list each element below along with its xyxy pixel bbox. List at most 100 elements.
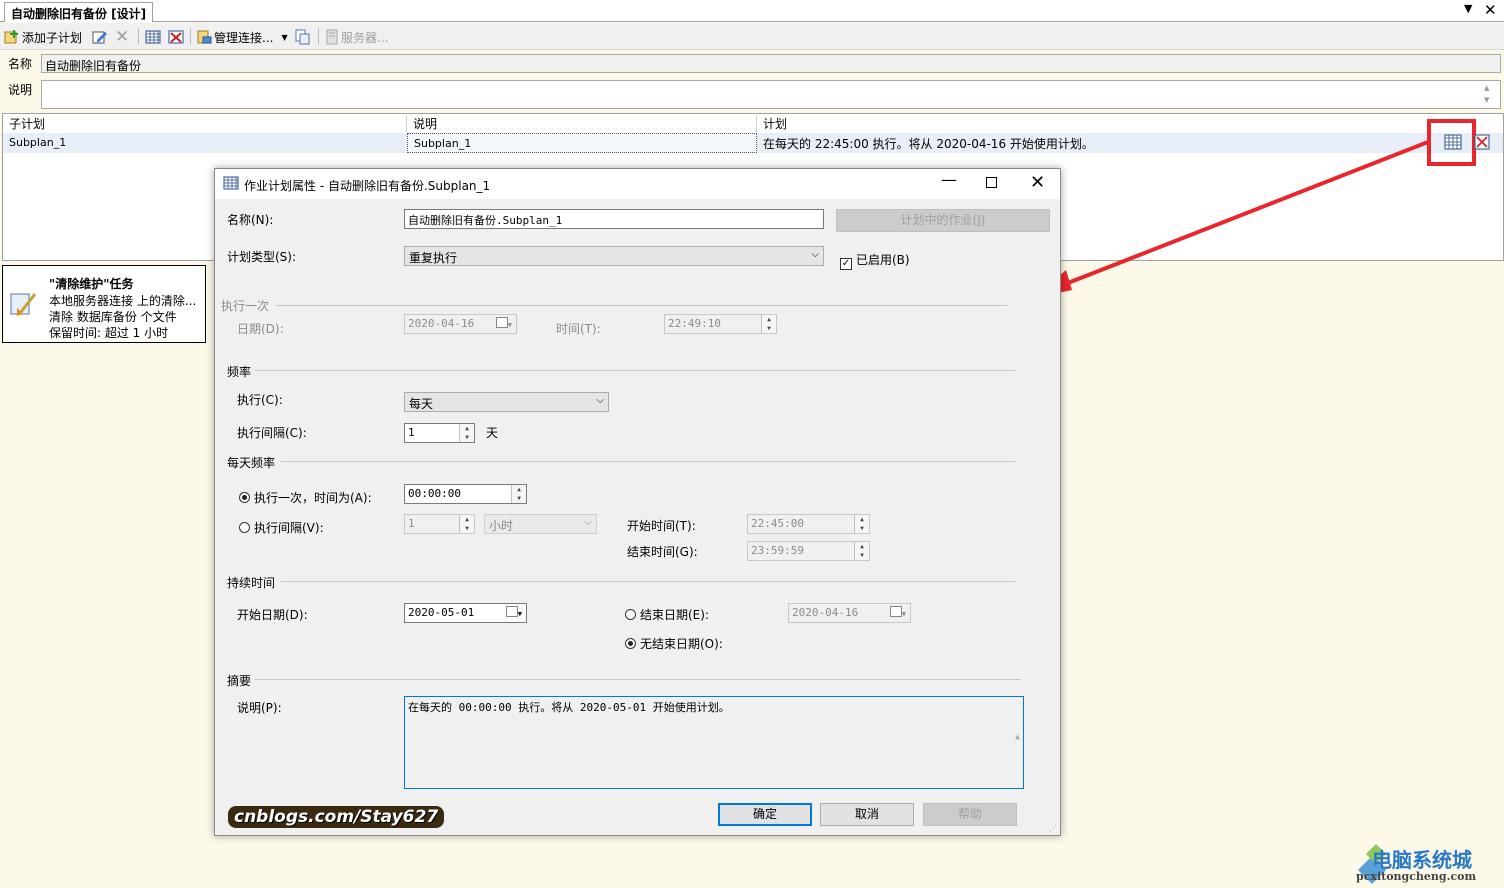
manage-connections-button[interactable]: 管理连接... ▼ [196,27,288,47]
dropdown-arrow-icon: ▼ [281,32,288,42]
once-group-label: 执行一次 [221,299,270,313]
cancel-button[interactable]: 取消 [820,803,914,826]
grid-header-description[interactable]: 说明 [407,115,757,132]
recurs-every-label: 执行间隔(C): [237,426,307,440]
chevron-down-icon: ⌵ [596,395,604,406]
dialog-close-icon[interactable]: ✕ [1030,172,1045,193]
copy-icon[interactable] [294,27,310,47]
annotation-arrow [1034,140,1429,298]
schedule-type-label: 计划类型(S): [227,250,297,264]
spinner-icon[interactable]: ▲ ▼ [761,315,776,333]
end-date-radio[interactable]: 结束日期(E): [625,606,709,623]
once-time-label: 时间(T): [556,322,601,336]
site-logo-name: 电脑系统城 [1372,848,1472,872]
tab-dropdown-icon[interactable]: ▼ [1464,2,1472,15]
grid-cell-subplan[interactable]: Subplan_1 [3,133,407,153]
delete-icon[interactable]: ✕ [115,27,129,47]
occurs-label: 执行(C): [237,393,283,407]
cleanup-task-icon [9,290,39,321]
ok-button[interactable]: 确定 [718,803,812,826]
occurs-every-input[interactable]: 1 ▲ ▼ [404,514,475,534]
end-time-label: 结束时间(G): [627,545,698,559]
server-icon [324,29,340,45]
calendar-icon[interactable]: ▼ [889,606,906,619]
start-time-label: 开始时间(T): [627,519,696,533]
cleanup-task-box[interactable]: "清除维护"任务 本地服务器连接 上的清除... 清除 数据库备份 个文件 保留… [2,265,206,343]
end-date-input[interactable]: 2020-04-16 ▼ [788,603,911,623]
schedule-type-select[interactable]: 重复执行 ⌵ [404,246,824,266]
spinner-icon[interactable]: ▲ ▼ [459,515,474,533]
jobs-in-schedule-button[interactable]: 计划中的作业(J) [836,209,1050,232]
group-divider [275,305,1007,306]
group-divider [255,679,1021,680]
plan-description-label: 说明 [8,83,33,97]
radio-unselected-icon [625,609,636,620]
recurs-every-input[interactable]: 1 ▲ ▼ [404,423,475,443]
spinner-icon[interactable]: ▲ ▼ [854,515,869,533]
help-button[interactable]: 帮助 [923,803,1017,826]
minimize-icon[interactable]: — [941,170,957,189]
summary-group-label: 摘要 [227,674,252,688]
start-date-input[interactable]: 2020-05-01 ▼ [404,603,527,623]
group-divider [255,370,1015,371]
end-time-input[interactable]: 23:59:59 ▲ ▼ [747,541,870,561]
checkmark-icon: ✓ [840,258,852,270]
frequency-group-label: 频率 [227,365,252,379]
spinner-icon[interactable]: ▲ ▼ [511,485,526,503]
task-line-1: 本地服务器连接 上的清除... [49,294,197,308]
recurs-unit: 天 [486,426,499,440]
add-subplan-icon [4,29,20,45]
schedule-icon[interactable] [145,27,161,47]
remove-schedule-icon[interactable] [168,27,184,47]
description-scrollbar[interactable]: ▲ ▼ [1484,82,1489,106]
spinner-icon[interactable]: ▲ ▼ [854,542,869,560]
once-date-label: 日期(D): [237,322,284,336]
task-title: "清除维护"任务 [49,277,134,291]
servers-button[interactable]: 服务器... [324,27,388,47]
site-logo-url: pcxitongcheng.com [1356,870,1477,883]
resize-grip-icon[interactable]: ⋰ [1049,824,1057,833]
occurs-every-unit-select[interactable]: 小时 ⌵ [484,514,597,534]
once-date-input[interactable]: 2020-04-16 ▼ [404,314,517,334]
start-time-input[interactable]: 22:45:00 ▲ ▼ [747,514,870,534]
summary-scrollbar[interactable]: ▲▼ [1015,700,1020,788]
document-tab-bar: 自动删除旧有备份 [设计] ▼ ✕ [0,0,1504,22]
dialog-title: 作业计划属性 - 自动删除旧有备份.Subplan_1 [244,179,491,193]
delete-schedule-icon[interactable] [1474,134,1490,153]
occurs-once-radio[interactable]: 执行一次，时间为(A): [239,489,372,506]
connection-icon [196,29,212,45]
maximize-icon[interactable] [986,177,997,188]
summary-description-text[interactable]: 在每天的 00:00:00 执行。将从 2020-05-01 开始使用计划。 ▲… [404,696,1024,789]
occurs-once-time-input[interactable]: 00:00:00 ▲ ▼ [404,484,527,504]
plan-name-input[interactable]: 自动删除旧有备份 [41,54,1501,73]
daily-frequency-group-label: 每天频率 [227,456,276,470]
dialog-schedule-icon [223,176,239,193]
toolbar-separator [318,28,319,45]
add-subplan-button[interactable]: 添加子计划 [4,27,82,47]
plan-description-input[interactable] [41,80,1501,109]
once-time-input[interactable]: 22:49:10 ▲ ▼ [664,314,777,334]
spinner-icon[interactable]: ▲ ▼ [459,424,474,442]
grid-header-subplan[interactable]: 子计划 [3,115,407,132]
edit-schedule-icon[interactable] [1444,134,1462,153]
schedule-properties-dialog: 作业计划属性 - 自动删除旧有备份.Subplan_1 — ✕ 名称(N): 自… [214,168,1061,836]
grid-cell-description[interactable]: Subplan_1 [407,133,757,153]
document-tab[interactable]: 自动删除旧有备份 [设计] [4,2,154,22]
dialog-title-bar: 作业计划属性 - 自动删除旧有备份.Subplan_1 — ✕ [215,169,1060,199]
radio-selected-icon [625,638,636,649]
start-date-label: 开始日期(D): [237,608,308,622]
chevron-down-icon: ⌵ [584,517,592,528]
close-tab-icon[interactable]: ✕ [1484,1,1497,19]
calendar-icon[interactable]: ▼ [495,317,512,330]
edit-icon[interactable] [92,27,108,47]
enabled-checkbox[interactable]: ✓ 已启用(B) [840,251,910,270]
group-divider [281,461,1015,462]
task-line-2: 清除 数据库备份 个文件 [49,310,177,324]
calendar-icon[interactable]: ▼ [505,606,522,619]
site-logo: 电脑系统城 pcxitongcheng.com [1356,842,1504,886]
occurs-every-radio[interactable]: 执行间隔(V): [239,519,324,536]
schedule-name-input[interactable]: 自动删除旧有备份.Subplan_1 [404,209,824,229]
no-end-date-radio[interactable]: 无结束日期(O): [625,635,723,652]
toolbar: 添加子计划 ✕ 管理连接... ▼ 服务器... [0,23,1504,50]
occurs-select[interactable]: 每天 ⌵ [404,392,609,412]
